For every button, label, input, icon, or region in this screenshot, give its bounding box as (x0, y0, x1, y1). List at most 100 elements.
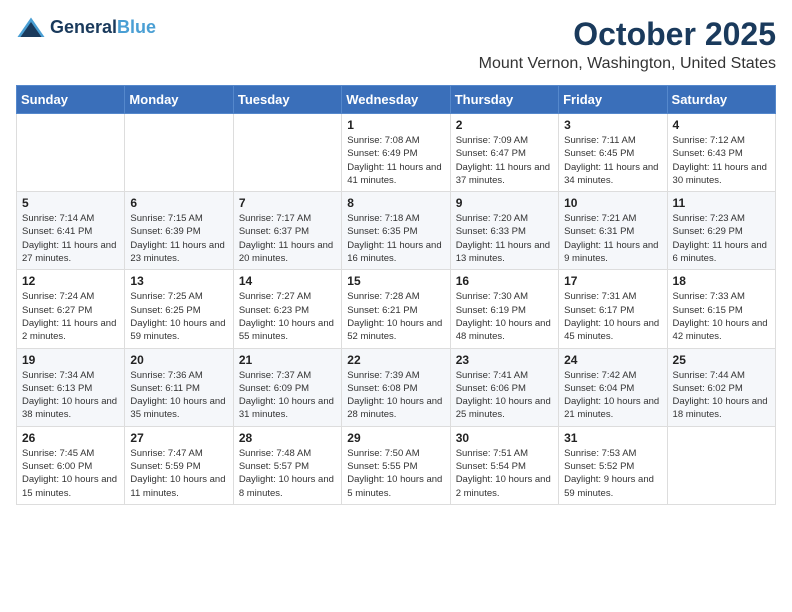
day-number: 22 (347, 353, 444, 367)
cell-content-line: Sunset: 6:06 PM (456, 382, 553, 395)
cell-content-line: Daylight: 10 hours and 2 minutes. (456, 473, 553, 500)
cell-content-line: Sunrise: 7:08 AM (347, 134, 444, 147)
cell-content-line: Sunset: 6:27 PM (22, 304, 119, 317)
calendar-table: SundayMondayTuesdayWednesdayThursdayFrid… (16, 85, 776, 505)
cell-content-line: Sunrise: 7:12 AM (673, 134, 770, 147)
day-number: 7 (239, 196, 336, 210)
day-number: 25 (673, 353, 770, 367)
day-number: 11 (673, 196, 770, 210)
calendar-week-5: 26Sunrise: 7:45 AMSunset: 6:00 PMDayligh… (17, 426, 776, 504)
day-number: 2 (456, 118, 553, 132)
cell-content-line: Sunset: 5:57 PM (239, 460, 336, 473)
cell-content-line: Sunset: 6:41 PM (22, 225, 119, 238)
cell-content-line: Sunset: 6:49 PM (347, 147, 444, 160)
cell-content-line: Daylight: 11 hours and 20 minutes. (239, 239, 336, 266)
cell-content-line: Daylight: 11 hours and 2 minutes. (22, 317, 119, 344)
cell-content-line: Daylight: 11 hours and 27 minutes. (22, 239, 119, 266)
calendar-cell: 20Sunrise: 7:36 AMSunset: 6:11 PMDayligh… (125, 348, 233, 426)
calendar-cell: 27Sunrise: 7:47 AMSunset: 5:59 PMDayligh… (125, 426, 233, 504)
calendar-cell: 8Sunrise: 7:18 AMSunset: 6:35 PMDaylight… (342, 192, 450, 270)
day-number: 24 (564, 353, 661, 367)
day-number: 1 (347, 118, 444, 132)
cell-content-line: Sunset: 6:33 PM (456, 225, 553, 238)
cell-content-line: Sunrise: 7:30 AM (456, 290, 553, 303)
calendar-cell: 5Sunrise: 7:14 AMSunset: 6:41 PMDaylight… (17, 192, 125, 270)
day-number: 15 (347, 274, 444, 288)
cell-content-line: Sunrise: 7:47 AM (130, 447, 227, 460)
day-number: 29 (347, 431, 444, 445)
cell-content-line: Daylight: 10 hours and 5 minutes. (347, 473, 444, 500)
cell-content-line: Daylight: 11 hours and 37 minutes. (456, 161, 553, 188)
cell-content-line: Sunset: 6:43 PM (673, 147, 770, 160)
calendar-week-2: 5Sunrise: 7:14 AMSunset: 6:41 PMDaylight… (17, 192, 776, 270)
day-number: 20 (130, 353, 227, 367)
cell-content-line: Sunrise: 7:21 AM (564, 212, 661, 225)
cell-content-line: Daylight: 10 hours and 21 minutes. (564, 395, 661, 422)
day-number: 30 (456, 431, 553, 445)
day-number: 16 (456, 274, 553, 288)
cell-content-line: Sunrise: 7:18 AM (347, 212, 444, 225)
cell-content-line: Sunset: 6:47 PM (456, 147, 553, 160)
calendar-cell: 28Sunrise: 7:48 AMSunset: 5:57 PMDayligh… (233, 426, 341, 504)
calendar-cell: 11Sunrise: 7:23 AMSunset: 6:29 PMDayligh… (667, 192, 775, 270)
cell-content-line: Sunset: 6:21 PM (347, 304, 444, 317)
page-header: GeneralBlue October 2025 Mount Vernon, W… (16, 16, 776, 73)
cell-content-line: Sunrise: 7:48 AM (239, 447, 336, 460)
calendar-cell (17, 114, 125, 192)
calendar-week-3: 12Sunrise: 7:24 AMSunset: 6:27 PMDayligh… (17, 270, 776, 348)
cell-content-line: Sunrise: 7:39 AM (347, 369, 444, 382)
calendar-cell: 18Sunrise: 7:33 AMSunset: 6:15 PMDayligh… (667, 270, 775, 348)
cell-content-line: Sunrise: 7:14 AM (22, 212, 119, 225)
cell-content-line: Sunrise: 7:25 AM (130, 290, 227, 303)
calendar-cell (125, 114, 233, 192)
cell-content-line: Daylight: 10 hours and 45 minutes. (564, 317, 661, 344)
cell-content-line: Sunset: 6:31 PM (564, 225, 661, 238)
day-number: 27 (130, 431, 227, 445)
cell-content-line: Sunset: 5:52 PM (564, 460, 661, 473)
cell-content-line: Sunrise: 7:28 AM (347, 290, 444, 303)
cell-content-line: Sunset: 6:29 PM (673, 225, 770, 238)
day-number: 17 (564, 274, 661, 288)
cell-content-line: Sunset: 6:09 PM (239, 382, 336, 395)
calendar-cell: 12Sunrise: 7:24 AMSunset: 6:27 PMDayligh… (17, 270, 125, 348)
calendar-cell: 1Sunrise: 7:08 AMSunset: 6:49 PMDaylight… (342, 114, 450, 192)
cell-content-line: Sunrise: 7:24 AM (22, 290, 119, 303)
cell-content-line: Sunrise: 7:11 AM (564, 134, 661, 147)
cell-content-line: Daylight: 10 hours and 18 minutes. (673, 395, 770, 422)
calendar-cell: 24Sunrise: 7:42 AMSunset: 6:04 PMDayligh… (559, 348, 667, 426)
cell-content-line: Daylight: 10 hours and 48 minutes. (456, 317, 553, 344)
cell-content-line: Sunset: 6:23 PM (239, 304, 336, 317)
cell-content-line: Sunset: 5:54 PM (456, 460, 553, 473)
cell-content-line: Daylight: 11 hours and 23 minutes. (130, 239, 227, 266)
title-block: October 2025 Mount Vernon, Washington, U… (479, 16, 776, 73)
calendar-cell: 7Sunrise: 7:17 AMSunset: 6:37 PMDaylight… (233, 192, 341, 270)
cell-content-line: Daylight: 11 hours and 9 minutes. (564, 239, 661, 266)
cell-content-line: Daylight: 10 hours and 28 minutes. (347, 395, 444, 422)
cell-content-line: Daylight: 10 hours and 38 minutes. (22, 395, 119, 422)
day-number: 14 (239, 274, 336, 288)
cell-content-line: Sunset: 6:08 PM (347, 382, 444, 395)
day-number: 13 (130, 274, 227, 288)
weekday-header-thursday: Thursday (450, 86, 558, 114)
cell-content-line: Sunset: 6:19 PM (456, 304, 553, 317)
cell-content-line: Daylight: 10 hours and 59 minutes. (130, 317, 227, 344)
day-number: 8 (347, 196, 444, 210)
weekday-header-friday: Friday (559, 86, 667, 114)
cell-content-line: Sunset: 5:55 PM (347, 460, 444, 473)
weekday-header-sunday: Sunday (17, 86, 125, 114)
calendar-cell: 3Sunrise: 7:11 AMSunset: 6:45 PMDaylight… (559, 114, 667, 192)
day-number: 23 (456, 353, 553, 367)
day-number: 31 (564, 431, 661, 445)
calendar-cell: 2Sunrise: 7:09 AMSunset: 6:47 PMDaylight… (450, 114, 558, 192)
calendar-cell: 29Sunrise: 7:50 AMSunset: 5:55 PMDayligh… (342, 426, 450, 504)
calendar-cell: 16 Sunrise: 7:30 AMSunset: 6:19 PMDayligh… (450, 270, 558, 348)
calendar-cell: 13Sunrise: 7:25 AMSunset: 6:25 PMDayligh… (125, 270, 233, 348)
calendar-cell: 10Sunrise: 7:21 AMSunset: 6:31 PMDayligh… (559, 192, 667, 270)
calendar-cell: 23Sunrise: 7:41 AMSunset: 6:06 PMDayligh… (450, 348, 558, 426)
month-title: October 2025 (479, 16, 776, 53)
cell-content-line: Sunrise: 7:33 AM (673, 290, 770, 303)
calendar-cell: 30Sunrise: 7:51 AMSunset: 5:54 PMDayligh… (450, 426, 558, 504)
cell-content-line: Daylight: 9 hours and 59 minutes. (564, 473, 661, 500)
logo: GeneralBlue (16, 16, 156, 40)
calendar-cell: 19Sunrise: 7:34 AMSunset: 6:13 PMDayligh… (17, 348, 125, 426)
